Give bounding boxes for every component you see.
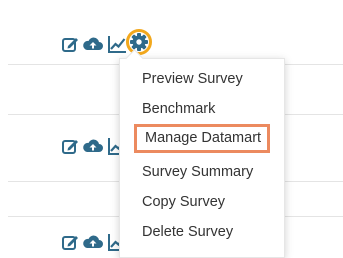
gear-icon[interactable]: [128, 31, 150, 53]
menu-item-manage-datamart[interactable]: Manage Datamart: [134, 124, 271, 153]
edit-icon[interactable]: [59, 33, 81, 55]
survey-actions-menu: Preview Survey Benchmark Manage Datamart…: [119, 49, 285, 258]
menu-item-delete-survey[interactable]: Delete Survey: [142, 224, 233, 240]
cloud-upload-icon[interactable]: [82, 135, 104, 157]
chart-icon[interactable]: [106, 33, 128, 55]
menu-item-survey-summary[interactable]: Survey Summary: [142, 164, 253, 180]
menu-item-copy-survey[interactable]: Copy Survey: [142, 194, 225, 210]
cloud-upload-icon[interactable]: [82, 33, 104, 55]
menu-item-benchmark[interactable]: Benchmark: [142, 101, 215, 117]
edit-icon[interactable]: [59, 135, 81, 157]
menu-item-preview-survey[interactable]: Preview Survey: [142, 71, 243, 87]
